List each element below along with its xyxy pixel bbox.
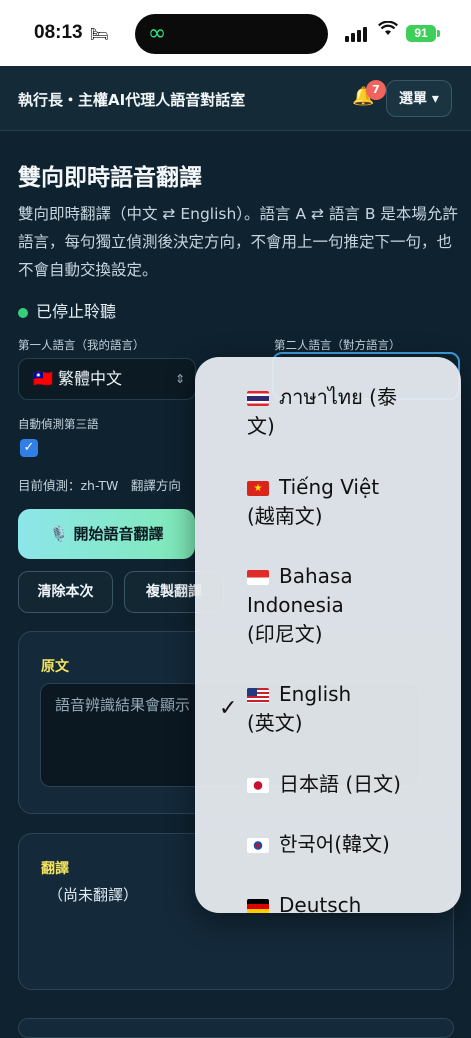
- option-korean[interactable]: 한국어(韓文): [247, 830, 443, 859]
- lang1-label: 第一人語言（我的語言）: [18, 338, 145, 352]
- indonesia-flag-icon: [247, 570, 269, 585]
- next-card: [18, 1018, 454, 1038]
- option-thai[interactable]: ภาษาไทย (泰 文): [247, 383, 443, 441]
- link-icon: ∞: [147, 21, 167, 46]
- option-english[interactable]: English (英文): [247, 680, 443, 738]
- status-time: 08:13: [34, 22, 83, 43]
- checkmark-icon: ✓: [219, 696, 238, 721]
- sleep-bed-icon: 🛏: [90, 25, 110, 43]
- app-title: 執行長・主權AI代理人語音對話室: [18, 91, 246, 109]
- dynamic-island: ∞: [135, 14, 328, 54]
- start-translation-button[interactable]: 🎙️ 開始語音翻譯: [18, 509, 195, 559]
- usa-flag-icon: [247, 688, 269, 703]
- lang1-value: 🇹🇼 繁體中文: [33, 369, 123, 388]
- source-card-title: 原文: [41, 659, 69, 675]
- language-dropdown-menu: ภาษาไทย (泰 文) ★ Tiếng Việt (越南文) Bahasa Indo…: [195, 357, 461, 913]
- status-text: 已停止聆聽: [36, 302, 117, 321]
- thailand-flag-icon: [247, 391, 269, 406]
- translation-text: （尚未翻譯）: [48, 886, 139, 904]
- listening-status: 已停止聆聽: [18, 298, 116, 322]
- clear-button[interactable]: 清除本次: [18, 571, 113, 613]
- option-japanese[interactable]: 日本語 (日文): [247, 770, 443, 799]
- lang2-label: 第二人語言（對方語言）: [274, 338, 401, 352]
- detect-info: 目前偵測：zh-TW 翻譯方向: [18, 478, 181, 493]
- vietnam-flag-icon: ★: [247, 481, 269, 496]
- auto-detect-checkbox[interactable]: ✓: [20, 439, 38, 457]
- option-indonesian[interactable]: Bahasa Indonesia (印尼文): [247, 562, 443, 649]
- translation-card-title: 翻譯: [41, 861, 69, 877]
- page-description: 雙向即時翻譯（中文 ⇄ English）。語言 A ⇄ 語言 B 是本場允許語言…: [18, 205, 458, 279]
- wifi-icon: [378, 20, 398, 41]
- korea-flag-icon: [247, 838, 269, 853]
- menu-button[interactable]: 選單 ▾: [386, 80, 452, 117]
- status-dot: [18, 307, 28, 318]
- status-bar: 08:13 🛏 ∞ 91: [0, 0, 471, 66]
- cellular-signal-icon: [345, 24, 371, 42]
- germany-flag-icon: [247, 899, 269, 913]
- page-title: 雙向即時語音翻譯: [18, 165, 202, 191]
- japan-flag-icon: [247, 778, 269, 793]
- lang1-select[interactable]: 🇹🇼 繁體中文 ⇕: [18, 358, 196, 400]
- battery-icon: 91: [406, 25, 440, 42]
- chevron-updown-icon: ⇕: [174, 372, 185, 386]
- notification-badge: 7: [366, 80, 386, 100]
- option-german[interactable]: Deutsch: [247, 891, 443, 913]
- auto-detect-label: 自動偵測第三語: [18, 417, 99, 431]
- option-vietnamese[interactable]: ★ Tiếng Việt (越南文): [247, 473, 443, 531]
